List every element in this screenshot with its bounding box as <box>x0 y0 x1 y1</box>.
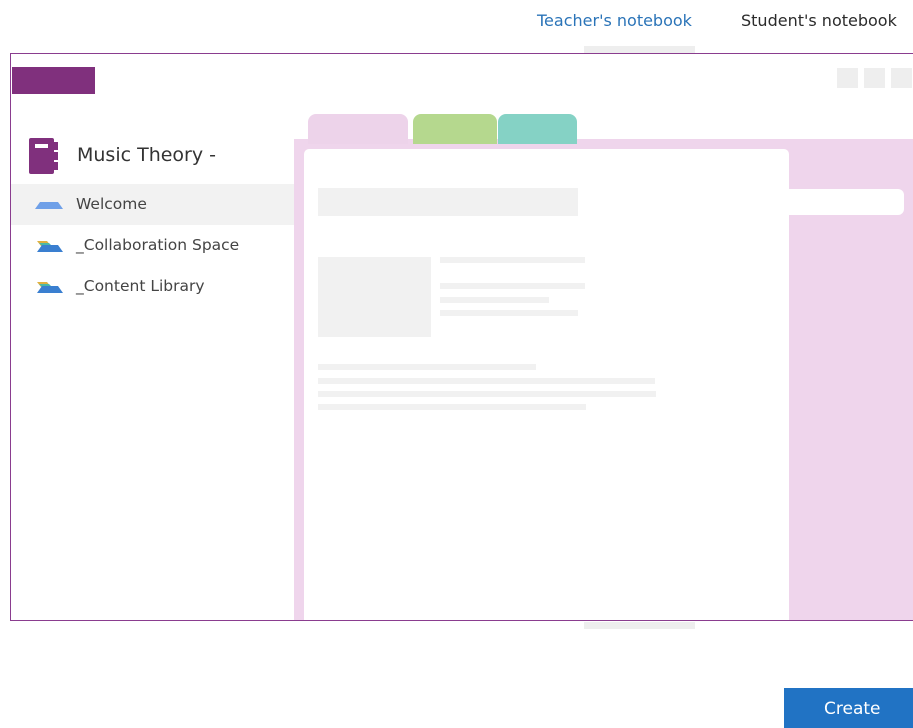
text-line-placeholder <box>318 391 656 397</box>
close-icon <box>891 68 912 88</box>
minimize-icon <box>837 68 858 88</box>
image-placeholder <box>318 257 431 337</box>
notebook-preview-dialog: Teacher's notebook Student's notebook Mu… <box>0 0 913 728</box>
section-label: Welcome <box>76 195 147 213</box>
search-bar-placeholder <box>789 189 904 215</box>
text-line-placeholder <box>318 364 536 370</box>
section-label: _Content Library <box>76 277 205 295</box>
text-line-placeholder <box>440 297 549 303</box>
tab-teachers-notebook[interactable]: Teacher's notebook <box>537 11 692 30</box>
page-title-placeholder <box>318 188 578 216</box>
teal-section-tab <box>498 114 577 144</box>
section-label: _Collaboration Space <box>76 236 240 254</box>
text-line-placeholder <box>440 257 585 263</box>
tab-students-notebook[interactable]: Student's notebook <box>741 11 897 30</box>
maximize-icon <box>864 68 885 88</box>
create-button[interactable]: Create <box>784 688 913 728</box>
text-line-placeholder <box>318 378 655 384</box>
section-content-library[interactable]: _Content Library <box>11 266 294 307</box>
section-stack-icon <box>35 202 63 209</box>
text-line-placeholder <box>440 310 578 316</box>
green-section-tab <box>413 114 497 144</box>
text-line-placeholder <box>440 283 585 289</box>
section-welcome[interactable]: Welcome <box>11 184 294 225</box>
window-controls <box>837 68 912 88</box>
pink-section-tab <box>308 114 408 144</box>
page-canvas <box>304 149 789 620</box>
app-header-bar <box>12 67 95 94</box>
section-stack-icon <box>37 282 63 293</box>
notebook-navigation: Music Theory - Welcome _Collaboration Sp… <box>11 132 294 307</box>
notebook-header[interactable]: Music Theory - <box>11 132 294 184</box>
notebook-title: Music Theory - <box>77 144 217 166</box>
page-bottom-shadow <box>584 622 695 629</box>
text-line-placeholder <box>318 404 586 410</box>
section-stack-icon <box>37 241 63 252</box>
notebook-icon <box>29 138 58 174</box>
notebook-preview-frame: Music Theory - Welcome _Collaboration Sp… <box>10 53 913 621</box>
tab-selection-shadow <box>584 46 695 53</box>
section-collaboration-space[interactable]: _Collaboration Space <box>11 225 294 266</box>
